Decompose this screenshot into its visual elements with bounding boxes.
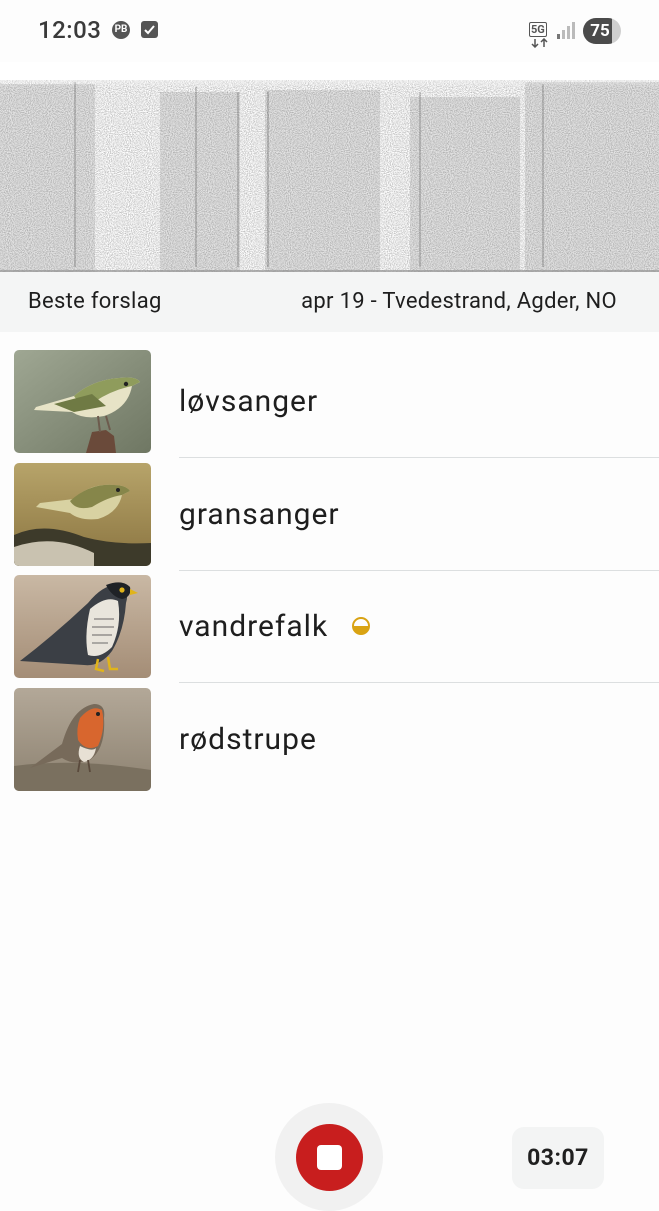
divider (179, 457, 659, 458)
results-list: løvsanger gransanger vandrefalk rødstrup… (0, 350, 659, 800)
checkbox-icon (141, 21, 158, 38)
results-title: Beste forslag (28, 289, 162, 314)
species-name: rødstrupe (179, 721, 317, 757)
status-time: 12:03 (38, 16, 102, 44)
species-name: gransanger (179, 496, 340, 532)
stop-icon (317, 1145, 342, 1170)
network-5g-icon: 5G (529, 18, 551, 48)
result-row-vandrefalk[interactable]: vandrefalk (0, 575, 659, 688)
divider (179, 682, 659, 683)
divider (179, 569, 659, 571)
result-row-gransanger[interactable]: gransanger (0, 462, 659, 576)
status-bar: 12:03 PB 5G 75 (0, 0, 659, 62)
species-name: løvsanger (179, 384, 319, 419)
result-row-lovsanger[interactable]: løvsanger (0, 350, 659, 463)
pb-icon: PB (112, 21, 130, 39)
chiffchaff-photo (14, 462, 151, 566)
spectrogram[interactable] (0, 62, 659, 272)
battery-icon: 75 (583, 18, 621, 44)
battery-level: 75 (590, 21, 610, 41)
half-circle-icon (352, 617, 370, 635)
stop-recording-button[interactable] (296, 1124, 363, 1191)
results-header: Beste forslag apr 19 - Tvedestrand, Agde… (0, 272, 659, 332)
robin-photo (14, 687, 151, 791)
result-row-rodstrupe[interactable]: rødstrupe (0, 687, 659, 801)
recording-timer: 03:07 (512, 1127, 604, 1189)
peregrine-falcon-photo (14, 575, 151, 678)
species-name: vandrefalk (179, 609, 329, 644)
signal-icon (557, 22, 575, 39)
recording-meta: apr 19 - Tvedestrand, Agder, NO (301, 289, 617, 314)
willow-warbler-photo (14, 350, 151, 453)
